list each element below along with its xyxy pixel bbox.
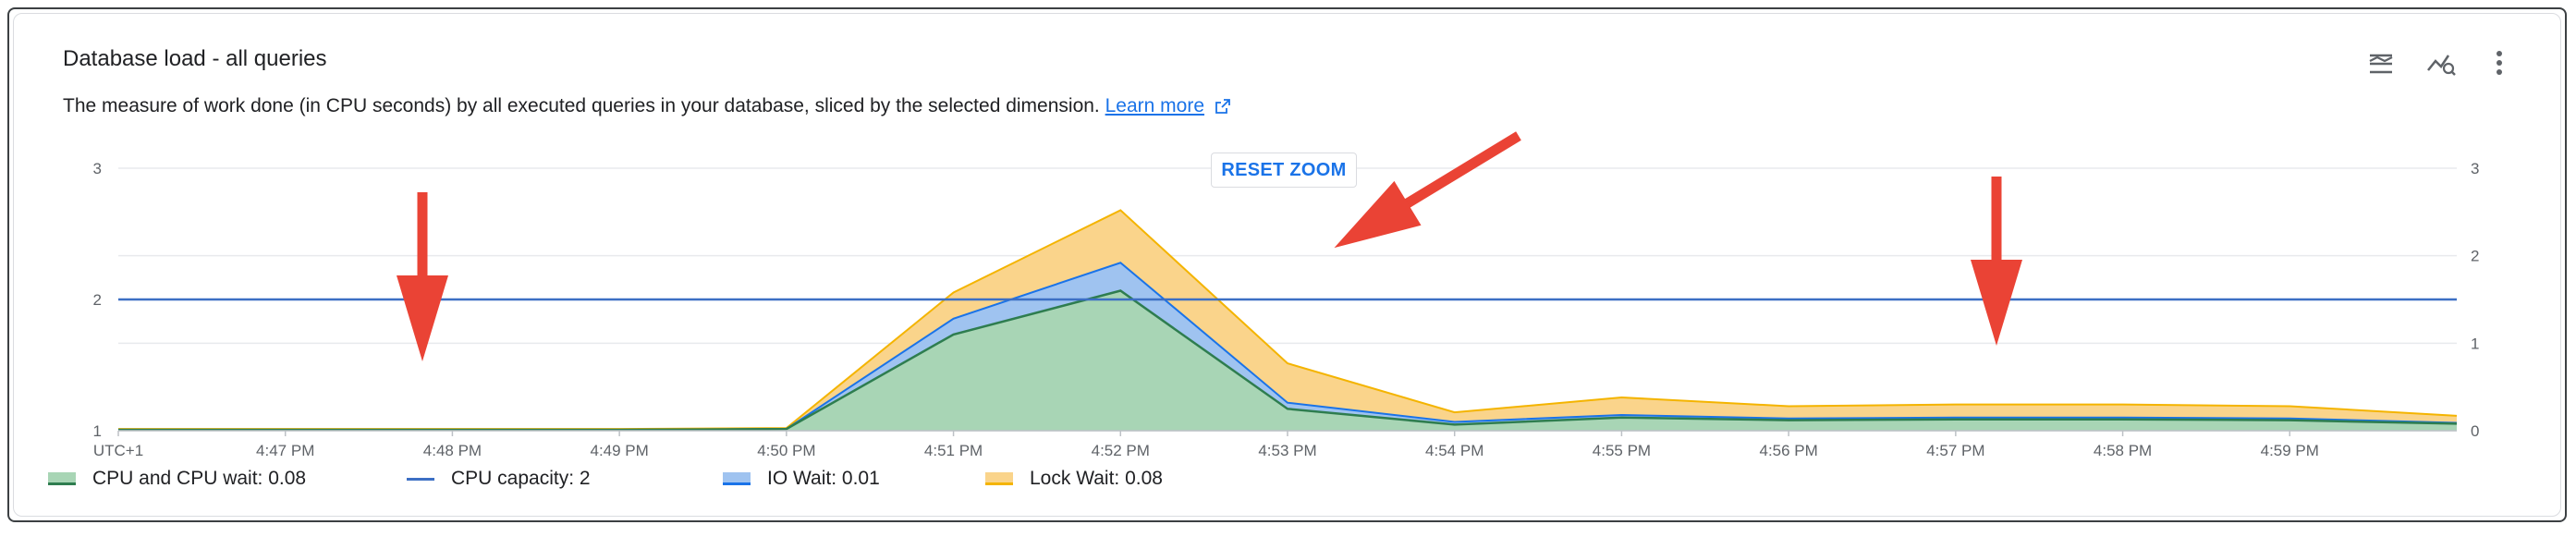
y-tick-left: 2 xyxy=(93,291,102,309)
legend-label-lock: Lock Wait: 0.08 xyxy=(1030,468,1163,489)
legend-label-capacity: CPU capacity: 2 xyxy=(451,468,591,489)
y-tick-left: 1 xyxy=(93,422,102,440)
legend-swatch-lock xyxy=(985,472,1013,485)
x-tick-label: 4:49 PM xyxy=(590,442,648,459)
x-tick-label: 4:50 PM xyxy=(757,442,815,459)
legend-swatch-cpu xyxy=(48,472,76,485)
y-tick-right: 3 xyxy=(2471,160,2479,177)
legend-item-io[interactable]: IO Wait: 0.01 xyxy=(723,468,880,490)
x-tick-label: 4:56 PM xyxy=(1759,442,1817,459)
x-tick-label: 4:53 PM xyxy=(1258,442,1316,459)
x-tick-label: 4:59 PM xyxy=(2261,442,2319,459)
chart-area[interactable]: 1 2 3 0 1 2 3 UTC+1 4:47 PM 4:48 PM 4:49 PM 4:50 PM… xyxy=(0,0,2576,537)
legend-swatch-capacity xyxy=(407,477,434,481)
lock-wait-area xyxy=(118,210,2457,431)
x-tick-label: 4:57 PM xyxy=(1926,442,1984,459)
y-tick-right: 1 xyxy=(2471,335,2479,352)
legend-item-lock[interactable]: Lock Wait: 0.08 xyxy=(985,468,1163,490)
x-tick-label: 4:48 PM xyxy=(423,442,482,459)
legend-label-io: IO Wait: 0.01 xyxy=(767,468,880,489)
x-tick-label: 4:47 PM xyxy=(256,442,314,459)
legend-swatch-io xyxy=(723,472,751,485)
annotation-arrow-head xyxy=(1971,260,2022,346)
legend-item-capacity[interactable]: CPU capacity: 2 xyxy=(407,468,591,490)
x-tick-label: 4:54 PM xyxy=(1425,442,1483,459)
y-tick-right: 2 xyxy=(2471,248,2479,265)
reset-zoom-button[interactable]: RESET ZOOM xyxy=(1211,153,1357,188)
x-tick-label: 4:58 PM xyxy=(2094,442,2152,459)
y-tick-left: 3 xyxy=(93,160,102,177)
x-tick-label: UTC+1 xyxy=(93,442,143,459)
legend-label-cpu: CPU and CPU wait: 0.08 xyxy=(92,468,307,489)
y-tick-right: 0 xyxy=(2471,422,2479,440)
legend-item-cpu[interactable]: CPU and CPU wait: 0.08 xyxy=(48,468,306,490)
annotation-arrow-head xyxy=(1334,180,1422,249)
annotation-arrow-head xyxy=(397,275,448,361)
x-tick-label: 4:55 PM xyxy=(1593,442,1651,459)
x-tick-label: 4:52 PM xyxy=(1092,442,1150,459)
x-tick-label: 4:51 PM xyxy=(924,442,983,459)
